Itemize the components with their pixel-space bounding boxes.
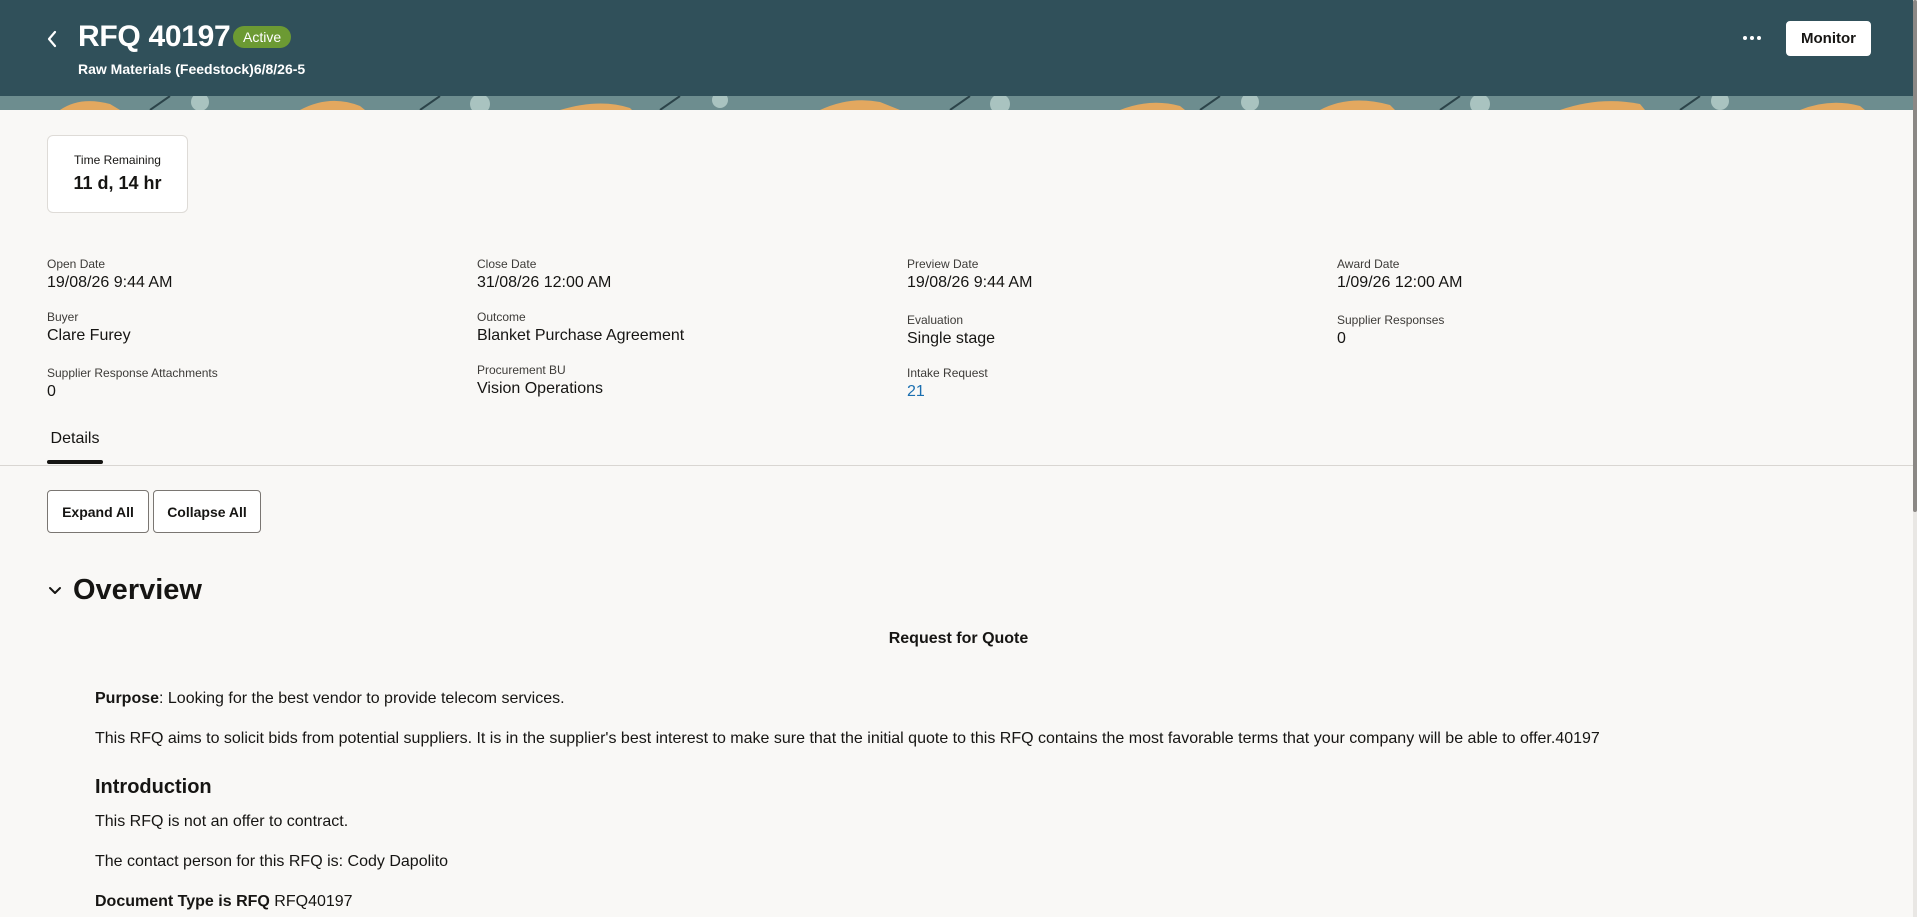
intake-request-link[interactable]: 21 bbox=[907, 382, 988, 402]
header-decorative-pattern bbox=[0, 96, 1917, 110]
close-date-label: Close Date bbox=[477, 257, 537, 271]
preview-date-field: Preview Date 19/08/26 9:44 AM bbox=[907, 257, 1032, 293]
purpose-paragraph: Purpose: Looking for the best vendor to … bbox=[95, 690, 565, 708]
supplier-response-attachments-label: Supplier Response Attachments bbox=[47, 366, 218, 380]
time-remaining-label: Time Remaining bbox=[74, 153, 161, 167]
chevron-down-icon bbox=[49, 587, 61, 594]
more-horizontal-icon bbox=[1743, 36, 1761, 40]
document-type-value: RFQ40197 bbox=[269, 893, 353, 910]
preview-date-value: 19/08/26 9:44 AM bbox=[907, 274, 1033, 291]
supplier-responses-value: 0 bbox=[1337, 330, 1346, 347]
preview-date-label: Preview Date bbox=[907, 257, 979, 271]
procurement-bu-label: Procurement BU bbox=[477, 363, 566, 377]
purpose-label: Purpose bbox=[95, 690, 160, 707]
supplier-responses-label: Supplier Responses bbox=[1337, 313, 1445, 327]
more-actions-button[interactable] bbox=[1738, 26, 1766, 50]
time-remaining-value: 11 d, 14 hr bbox=[73, 173, 162, 193]
supplier-response-attachments-value: 0 bbox=[47, 383, 56, 400]
close-date-field: Close Date 31/08/26 12:00 AM bbox=[477, 257, 611, 293]
open-date-label: Open Date bbox=[47, 257, 106, 271]
procurement-bu-value: Vision Operations bbox=[477, 380, 603, 397]
overview-section-title: Overview bbox=[73, 574, 202, 606]
document-type-label: Document Type is RFQ bbox=[95, 893, 270, 910]
award-date-value: 1/09/26 12:00 AM bbox=[1337, 274, 1463, 291]
tab-details-label: Details bbox=[50, 430, 100, 447]
outcome-value: Blanket Purchase Agreement bbox=[477, 327, 685, 344]
tab-details[interactable]: Details bbox=[47, 430, 103, 464]
evaluation-value: Single stage bbox=[907, 330, 996, 347]
page-title: RFQ 40197 bbox=[78, 20, 231, 53]
monitor-button[interactable]: Monitor bbox=[1786, 21, 1871, 56]
expand-all-button[interactable]: Expand All bbox=[47, 490, 149, 533]
award-date-label: Award Date bbox=[1337, 257, 1400, 271]
back-button[interactable] bbox=[40, 24, 64, 54]
status-badge: Active bbox=[233, 26, 292, 48]
evaluation-field: Evaluation Single stage bbox=[907, 313, 995, 349]
tab-divider bbox=[0, 465, 1913, 466]
buyer-label: Buyer bbox=[47, 310, 79, 324]
evaluation-label: Evaluation bbox=[907, 313, 964, 327]
supplier-responses-field: Supplier Responses 0 bbox=[1337, 313, 1444, 349]
page-subtitle: Raw Materials (Feedstock)6/8/26-5 bbox=[78, 61, 306, 77]
intake-request-label: Intake Request bbox=[907, 366, 988, 380]
intake-request-field: Intake Request 21 bbox=[907, 366, 988, 402]
buyer-value: Clare Furey bbox=[47, 327, 131, 344]
outcome-label: Outcome bbox=[477, 310, 526, 324]
overview-toggle-button[interactable] bbox=[46, 582, 64, 600]
buyer-field: Buyer Clare Furey bbox=[47, 310, 131, 346]
contact-paragraph: The contact person for this RFQ is: Cody… bbox=[95, 853, 449, 870]
time-remaining-card: Time Remaining 11 d, 14 hr bbox=[47, 135, 188, 213]
purpose-text: : Looking for the best vendor to provide… bbox=[159, 690, 565, 707]
document-type-paragraph: Document Type is RFQ RFQ40197 bbox=[95, 893, 353, 911]
intro-paragraph: This RFQ is not an offer to contract. bbox=[95, 813, 349, 830]
procurement-bu-field: Procurement BU Vision Operations bbox=[477, 363, 603, 399]
aim-paragraph: This RFQ aims to solicit bids from poten… bbox=[95, 730, 1600, 747]
tab-selected-indicator bbox=[47, 460, 103, 464]
close-date-value: 31/08/26 12:00 AM bbox=[477, 274, 612, 291]
outcome-field: Outcome Blanket Purchase Agreement bbox=[477, 310, 684, 346]
page-header: RFQ 40197 Active Raw Materials (Feedstoc… bbox=[0, 0, 1917, 110]
open-date-value: 19/08/26 9:44 AM bbox=[47, 274, 173, 291]
award-date-field: Award Date 1/09/26 12:00 AM bbox=[1337, 257, 1462, 293]
introduction-heading: Introduction bbox=[95, 776, 212, 798]
supplier-response-attachments-field: Supplier Response Attachments 0 bbox=[47, 366, 218, 402]
chevron-left-icon bbox=[47, 30, 57, 48]
page-scrollbar-thumb[interactable] bbox=[1913, 0, 1917, 512]
open-date-field: Open Date 19/08/26 9:44 AM bbox=[47, 257, 172, 293]
document-heading: Request for Quote bbox=[888, 630, 1029, 647]
collapse-all-button[interactable]: Collapse All bbox=[153, 490, 261, 533]
